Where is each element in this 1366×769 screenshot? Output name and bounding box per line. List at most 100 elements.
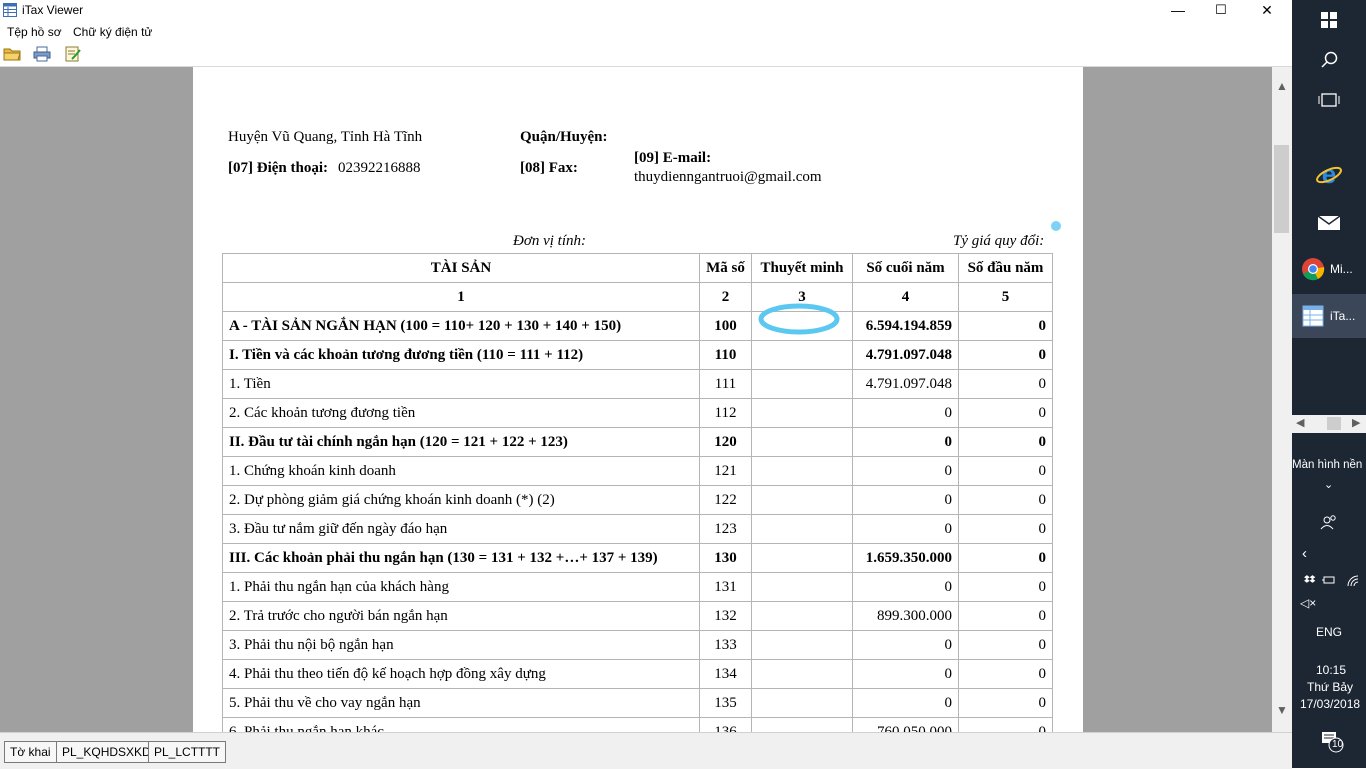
expand-chevron-icon[interactable]: ⌄: [1324, 478, 1333, 491]
title-bar: iTax Viewer — ☐ ✕: [0, 0, 1292, 22]
mail-icon[interactable]: [1292, 212, 1366, 234]
row-code: 100: [699, 311, 752, 341]
show-hidden-icons-chevron-icon[interactable]: ‹: [1302, 545, 1307, 562]
row-note: [751, 717, 853, 732]
col-header-start-year: Số đầu năm: [958, 253, 1053, 283]
row-code: 120: [699, 427, 752, 457]
volume-muted-icon[interactable]: ◁×: [1300, 596, 1316, 610]
email-value: thuydienngantruoi@gmail.com: [634, 169, 822, 185]
col-number: 2: [699, 282, 752, 312]
windows-start-icon[interactable]: [1292, 10, 1366, 30]
row-code: 123: [699, 514, 752, 544]
clock-date[interactable]: 17/03/2018: [1300, 697, 1360, 711]
row-start-year: 0: [958, 688, 1053, 718]
row-end-year: 0: [852, 398, 959, 428]
system-tray-icons[interactable]: [1302, 573, 1358, 587]
vertical-scrollbar[interactable]: ▲ ▼: [1272, 67, 1292, 732]
print-icon[interactable]: [33, 46, 51, 62]
menu-digital-signature[interactable]: Chữ ký điện tử: [73, 25, 152, 39]
exchange-rate-label: Tỷ giá quy đổi:: [953, 233, 1045, 249]
row-end-year: 0: [852, 659, 959, 689]
row-name: 1. Tiền: [222, 369, 700, 399]
tab-pl-lctttt[interactable]: PL_LCTTTT: [148, 741, 227, 763]
row-end-year: 0: [852, 427, 959, 457]
sheet-tabs-bar: Tờ khai PL_KQHDSXKD PL_LCTTTT: [0, 732, 1292, 769]
scroll-thumb[interactable]: [1327, 417, 1341, 430]
taskbar-app-itax[interactable]: iTa...: [1292, 294, 1366, 338]
clock-day[interactable]: Thứ Bảy: [1307, 680, 1353, 694]
row-note: [751, 456, 853, 486]
row-code: 111: [699, 369, 752, 399]
row-note: [751, 601, 853, 631]
col-header-asset: TÀI SẢN: [222, 253, 700, 283]
row-code: 131: [699, 572, 752, 602]
table-row: 1. Phải thu ngắn hạn của khách hàng 131 0 0: [222, 572, 1053, 602]
scroll-left-icon[interactable]: ◀: [1296, 416, 1304, 429]
close-button[interactable]: ✕: [1244, 0, 1290, 22]
table-row: 4. Phải thu theo tiến độ kế hoạch hợp đồ…: [222, 659, 1053, 689]
row-code: 135: [699, 688, 752, 718]
row-start-year: 0: [958, 659, 1053, 689]
taskbar-app-chrome[interactable]: Mi...: [1292, 250, 1366, 288]
row-name: III. Các khoản phải thu ngắn hạn (130 = …: [222, 543, 700, 573]
table-body: A - TÀI SẢN NGẮN HẠN (100 = 110+ 120 + 1…: [222, 311, 1053, 732]
row-name: 1. Chứng khoán kinh doanh: [222, 456, 700, 486]
minimize-button[interactable]: —: [1155, 0, 1201, 22]
row-start-year: 0: [958, 340, 1053, 370]
col-number: 5: [958, 282, 1053, 312]
itax-app-icon: [3, 3, 17, 17]
table-column-number-row: 1 2 3 4 5: [222, 282, 1053, 312]
tab-to-khai[interactable]: Tờ khai: [4, 741, 57, 763]
window-title: iTax Viewer: [22, 3, 84, 17]
scroll-down-icon[interactable]: ▼: [1276, 703, 1288, 717]
row-end-year: 0: [852, 485, 959, 515]
taskbar-app2-label: iTa...: [1330, 309, 1356, 323]
sign-document-icon[interactable]: [64, 46, 82, 62]
row-end-year: 0: [852, 456, 959, 486]
highlight-marker: [758, 303, 840, 335]
row-name: A - TÀI SẢN NGẮN HẠN (100 = 110+ 120 + 1…: [222, 311, 700, 341]
table-row: I. Tiền và các khoản tương đương tiền (1…: [222, 340, 1053, 370]
language-indicator[interactable]: ENG: [1316, 625, 1342, 639]
table-row: 1. Chứng khoán kinh doanh 121 0 0: [222, 456, 1053, 486]
table-row: 2. Trả trước cho người bán ngắn hạn 132 89…: [222, 601, 1053, 631]
taskbar-horizontal-scrollbar[interactable]: ◀ ▶: [1292, 415, 1366, 433]
row-code: 130: [699, 543, 752, 573]
notification-count: 10: [1332, 739, 1344, 750]
scroll-right-icon[interactable]: ▶: [1352, 416, 1360, 429]
row-start-year: 0: [958, 572, 1053, 602]
people-icon[interactable]: [1292, 512, 1366, 532]
row-end-year: 0: [852, 514, 959, 544]
scroll-up-icon[interactable]: ▲: [1276, 79, 1288, 93]
fax-label: [08] Fax:: [520, 160, 578, 176]
row-end-year: 1.659.350.000: [852, 543, 959, 573]
row-start-year: 0: [958, 717, 1053, 732]
row-note: [751, 688, 853, 718]
desktop-toolbar-label[interactable]: Màn hình nền: [1292, 459, 1362, 471]
row-end-year: 4.791.097.048: [852, 340, 959, 370]
unit-label: Đơn vị tính:: [513, 233, 586, 249]
row-code: 112: [699, 398, 752, 428]
tab-pl-kqhdsxkd[interactable]: PL_KQHDSXKD: [56, 741, 157, 763]
row-start-year: 0: [958, 456, 1053, 486]
document-viewer[interactable]: Huyện Vũ Quang, Tỉnh Hà Tĩnh Quận/Huyện:…: [0, 67, 1272, 732]
row-name: 2. Dự phòng giảm giá chứng khoán kinh do…: [222, 485, 700, 515]
row-start-year: 0: [958, 427, 1053, 457]
row-name: II. Đầu tư tài chính ngắn hạn (120 = 121…: [222, 427, 700, 457]
row-name: 3. Phải thu nội bộ ngắn hạn: [222, 630, 700, 660]
table-row: 3. Phải thu nội bộ ngắn hạn 133 0 0: [222, 630, 1053, 660]
menu-file[interactable]: Tệp hồ sơ: [7, 25, 62, 39]
search-icon[interactable]: [1292, 50, 1366, 70]
scroll-thumb[interactable]: [1274, 145, 1289, 233]
row-start-year: 0: [958, 485, 1053, 515]
row-end-year: 0: [852, 572, 959, 602]
clock-time[interactable]: 10:15: [1316, 663, 1346, 677]
table-row: III. Các khoản phải thu ngắn hạn (130 = …: [222, 543, 1053, 573]
balance-sheet-table: TÀI SẢN Mã số Thuyết minh Số cuối năm Số…: [222, 253, 1053, 732]
internet-explorer-icon[interactable]: e: [1292, 160, 1366, 188]
task-view-icon[interactable]: [1292, 90, 1366, 110]
row-end-year: 4.791.097.048: [852, 369, 959, 399]
maximize-button[interactable]: ☐: [1198, 0, 1244, 22]
open-folder-icon[interactable]: [3, 46, 21, 62]
table-row: 5. Phải thu về cho vay ngắn hạn 135 0 0: [222, 688, 1053, 718]
